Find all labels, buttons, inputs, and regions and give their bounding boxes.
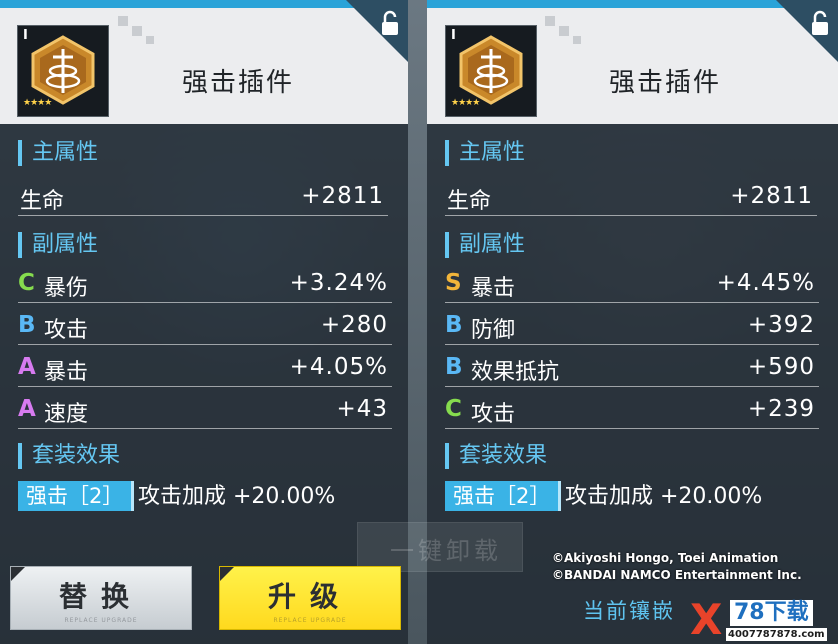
copyright-line: ©BANDAI NAMCO Entertainment Inc. (552, 568, 802, 582)
right-chip-header: I ★★★★ 强击插件 (427, 0, 838, 124)
stat-name: 暴击 (471, 276, 516, 301)
button-corner-mark (220, 567, 234, 581)
watermark-title: 78下载 (730, 600, 813, 626)
grade-badge: B (18, 312, 36, 338)
stat-value: +239 (747, 396, 815, 422)
grade-badge: C (18, 270, 35, 296)
unload-all-label: 一键卸载 (390, 537, 502, 565)
stat-value: +43 (336, 396, 388, 422)
set-effect-text: 攻击加成 +20.00% (565, 484, 763, 509)
watermark-url: 4007787878.com (726, 628, 827, 641)
grade-badge: S (445, 270, 462, 296)
currently-equipped-label: 当前镶嵌 (583, 599, 675, 623)
stat-name: 攻击 (471, 402, 516, 427)
grade-badge: A (18, 354, 36, 380)
stat-name: 暴击 (44, 360, 89, 385)
decor-squares-icon (118, 16, 154, 44)
replace-button[interactable]: 替换 REPLACE UPGRADE (10, 566, 192, 630)
stat-value: +4.45% (716, 270, 815, 296)
substat-row: B 攻击 +280 (18, 308, 392, 345)
replace-button-label: 替换 (58, 580, 143, 613)
sub-stat-title: 副属性 (18, 232, 98, 258)
set-effect-title: 套装效果 (18, 443, 120, 469)
stat-value: +2811 (730, 183, 813, 209)
main-stat-title: 主属性 (445, 140, 525, 166)
grade-badge: C (445, 396, 462, 422)
substat-row: C 攻击 +239 (445, 392, 819, 429)
site-watermark: X 78下载 4007787878.com (690, 598, 838, 644)
substat-row: A 速度 +43 (18, 392, 392, 429)
chip-icon-frame[interactable]: I ★★★★ (17, 25, 109, 117)
main-stat-row: 生命 +2811 (18, 179, 388, 216)
chip-stars: ★★★★ (451, 98, 480, 108)
stat-name: 速度 (44, 402, 89, 427)
stat-value: +4.05% (289, 354, 388, 380)
set-tag: 强击［2］ (18, 481, 135, 511)
stat-name: 生命 (447, 189, 492, 214)
substat-row: B 防御 +392 (445, 308, 819, 345)
upgrade-button[interactable]: 升级 REPLACE UPGRADE (219, 566, 401, 630)
set-tag: 强击［2］ (445, 481, 562, 511)
stat-name: 暴伤 (44, 276, 89, 301)
main-stat-row: 生命 +2811 (445, 179, 817, 216)
decor-squares-icon (545, 16, 581, 44)
substat-row: A 暴击 +4.05% (18, 350, 392, 387)
button-subtext: REPLACE UPGRADE (273, 617, 347, 624)
lock-icon[interactable] (346, 0, 408, 62)
stat-value: +2811 (301, 183, 384, 209)
stat-name: 生命 (20, 189, 65, 214)
stat-name: 防御 (471, 318, 516, 343)
chip-icon-frame[interactable]: I ★★★★ (445, 25, 537, 117)
grade-badge: B (445, 312, 463, 338)
lock-icon[interactable] (776, 0, 838, 62)
chip-emblem-icon (459, 35, 523, 105)
main-stat-title: 主属性 (18, 140, 98, 166)
chip-name: 强击插件 (181, 68, 294, 98)
upgrade-button-label: 升级 (267, 580, 352, 613)
grade-badge: A (18, 396, 36, 422)
chip-stars: ★★★★ (23, 98, 52, 108)
copyright-line: ©Akiyoshi Hongo, Toei Animation (552, 551, 779, 565)
substat-row: B 效果抵抗 +590 (445, 350, 819, 387)
chip-emblem-icon (31, 35, 95, 105)
grade-badge: B (445, 354, 463, 380)
button-subtext: REPLACE UPGRADE (64, 617, 138, 624)
stat-value: +280 (320, 312, 388, 338)
left-chip-header: I ★★★★ 强击插件 (0, 0, 408, 124)
substat-row: S 暴击 +4.45% (445, 266, 819, 303)
stat-value: +590 (747, 354, 815, 380)
stat-name: 效果抵抗 (471, 360, 560, 385)
button-corner-mark (11, 567, 25, 581)
stat-value: +392 (747, 312, 815, 338)
stat-name: 攻击 (44, 318, 89, 343)
set-effect-title: 套装效果 (445, 443, 547, 469)
left-chip-panel: I ★★★★ 强击插件 主属性 生命 +2811 副属性 C 暴伤 +3.24%… (0, 0, 408, 644)
stat-value: +3.24% (289, 270, 388, 296)
set-effect-text: 攻击加成 +20.00% (138, 484, 336, 509)
chip-name: 强击插件 (608, 68, 721, 98)
sub-stat-title: 副属性 (445, 232, 525, 258)
substat-row: C 暴伤 +3.24% (18, 266, 392, 303)
watermark-logo-icon: X (690, 595, 723, 644)
